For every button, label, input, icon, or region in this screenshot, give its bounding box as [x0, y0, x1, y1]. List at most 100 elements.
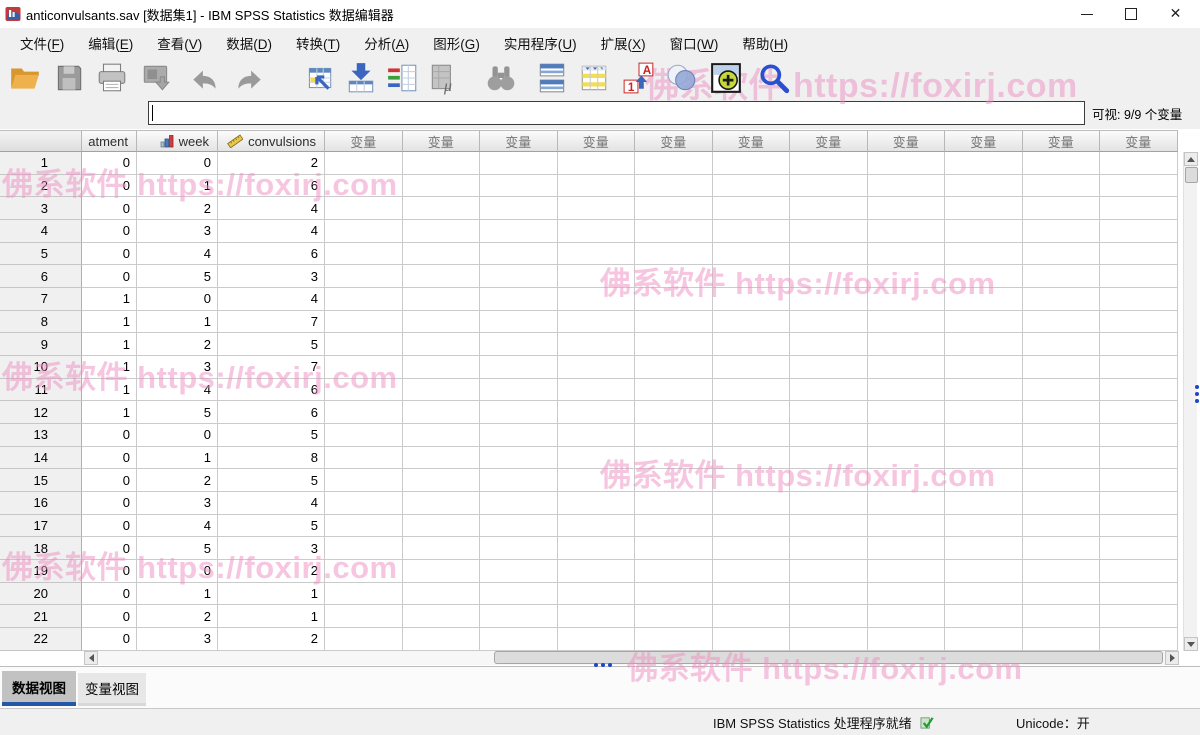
empty-cell[interactable]: [790, 628, 868, 651]
data-cell[interactable]: 6: [218, 401, 325, 424]
empty-cell[interactable]: [403, 537, 481, 560]
empty-cell[interactable]: [558, 152, 636, 175]
empty-cell[interactable]: [1100, 197, 1178, 220]
data-cell[interactable]: 7: [218, 356, 325, 379]
empty-cell[interactable]: [713, 605, 791, 628]
empty-cell[interactable]: [945, 333, 1023, 356]
empty-cell[interactable]: [403, 152, 481, 175]
row-number[interactable]: 2: [0, 175, 82, 198]
cell-editor-input[interactable]: [148, 101, 1085, 125]
empty-cell[interactable]: [480, 220, 558, 243]
data-cell[interactable]: 2: [137, 197, 218, 220]
vertical-scrollbar-thumb[interactable]: [1185, 167, 1198, 183]
empty-cell[interactable]: [713, 333, 791, 356]
empty-cell[interactable]: [945, 560, 1023, 583]
empty-cell[interactable]: [790, 447, 868, 470]
data-cell[interactable]: 2: [218, 152, 325, 175]
use-variable-sets-icon[interactable]: [665, 61, 699, 95]
row-number[interactable]: 17: [0, 515, 82, 538]
save-icon[interactable]: [52, 61, 86, 95]
empty-cell[interactable]: [713, 628, 791, 651]
empty-cell[interactable]: [868, 333, 946, 356]
empty-cell[interactable]: [403, 469, 481, 492]
empty-cell[interactable]: [635, 424, 713, 447]
empty-cell[interactable]: [635, 469, 713, 492]
menu-item[interactable]: 实用程序(U): [492, 28, 589, 58]
empty-cell[interactable]: [325, 243, 403, 266]
empty-cell[interactable]: [945, 583, 1023, 606]
row-number[interactable]: 5: [0, 243, 82, 266]
empty-cell[interactable]: [558, 628, 636, 651]
empty-cell[interactable]: [403, 243, 481, 266]
column-header-week[interactable]: week: [137, 130, 218, 152]
data-cell[interactable]: 3: [137, 356, 218, 379]
menu-item[interactable]: 数据(D): [214, 28, 284, 58]
empty-cell[interactable]: [790, 175, 868, 198]
row-number[interactable]: 4: [0, 220, 82, 243]
empty-cell[interactable]: [1100, 515, 1178, 538]
empty-cell[interactable]: [558, 175, 636, 198]
data-cell[interactable]: 5: [137, 537, 218, 560]
menu-item[interactable]: 扩展(X): [589, 28, 658, 58]
empty-cell[interactable]: [480, 379, 558, 402]
empty-cell[interactable]: [635, 333, 713, 356]
empty-cell[interactable]: [945, 243, 1023, 266]
empty-cell[interactable]: [558, 605, 636, 628]
empty-cell[interactable]: [1023, 288, 1101, 311]
empty-cell[interactable]: [868, 152, 946, 175]
empty-cell[interactable]: [1100, 560, 1178, 583]
empty-cell[interactable]: [1023, 605, 1101, 628]
empty-cell[interactable]: [868, 288, 946, 311]
pane-splitter-vertical-handle[interactable]: [1195, 385, 1200, 407]
empty-cell[interactable]: [325, 401, 403, 424]
empty-cell[interactable]: [635, 152, 713, 175]
empty-cell[interactable]: [325, 605, 403, 628]
empty-cell[interactable]: [558, 288, 636, 311]
row-number[interactable]: 11: [0, 379, 82, 402]
empty-cell[interactable]: [1100, 152, 1178, 175]
data-cell[interactable]: 0: [82, 605, 137, 628]
minimize-button[interactable]: [1064, 0, 1109, 28]
redo-icon[interactable]: [232, 61, 266, 95]
empty-cell[interactable]: [480, 243, 558, 266]
empty-cell[interactable]: [403, 288, 481, 311]
search-icon[interactable]: [757, 61, 791, 95]
empty-cell[interactable]: [1023, 447, 1101, 470]
empty-cell[interactable]: [945, 537, 1023, 560]
menu-item[interactable]: 编辑(E): [76, 28, 145, 58]
empty-cell[interactable]: [558, 379, 636, 402]
empty-cell[interactable]: [790, 605, 868, 628]
data-cell[interactable]: 4: [137, 243, 218, 266]
empty-cell[interactable]: [1100, 356, 1178, 379]
empty-cell[interactable]: [713, 356, 791, 379]
empty-cell[interactable]: [1023, 401, 1101, 424]
empty-cell[interactable]: [868, 220, 946, 243]
empty-cell[interactable]: [635, 583, 713, 606]
row-number[interactable]: 13: [0, 424, 82, 447]
data-cell[interactable]: 3: [137, 220, 218, 243]
empty-cell[interactable]: [558, 583, 636, 606]
data-cell[interactable]: 2: [137, 469, 218, 492]
maximize-button[interactable]: [1108, 0, 1153, 28]
empty-cell[interactable]: [558, 243, 636, 266]
empty-cell[interactable]: [1100, 469, 1178, 492]
empty-cell[interactable]: [1100, 379, 1178, 402]
empty-cell[interactable]: [945, 605, 1023, 628]
empty-cell[interactable]: [713, 243, 791, 266]
empty-cell[interactable]: [790, 333, 868, 356]
menu-item[interactable]: 分析(A): [352, 28, 421, 58]
empty-cell[interactable]: [558, 469, 636, 492]
empty-cell[interactable]: [713, 515, 791, 538]
empty-cell[interactable]: [790, 379, 868, 402]
empty-cell[interactable]: [1023, 265, 1101, 288]
empty-cell[interactable]: [1023, 243, 1101, 266]
data-cell[interactable]: 4: [218, 220, 325, 243]
split-file-icon[interactable]: [535, 61, 569, 95]
empty-cell[interactable]: [713, 583, 791, 606]
empty-cell[interactable]: [558, 356, 636, 379]
empty-cell[interactable]: [1100, 537, 1178, 560]
empty-cell[interactable]: [1023, 152, 1101, 175]
data-cell[interactable]: 0: [82, 175, 137, 198]
scroll-right-button[interactable]: [1165, 651, 1179, 665]
data-cell[interactable]: 3: [137, 628, 218, 651]
